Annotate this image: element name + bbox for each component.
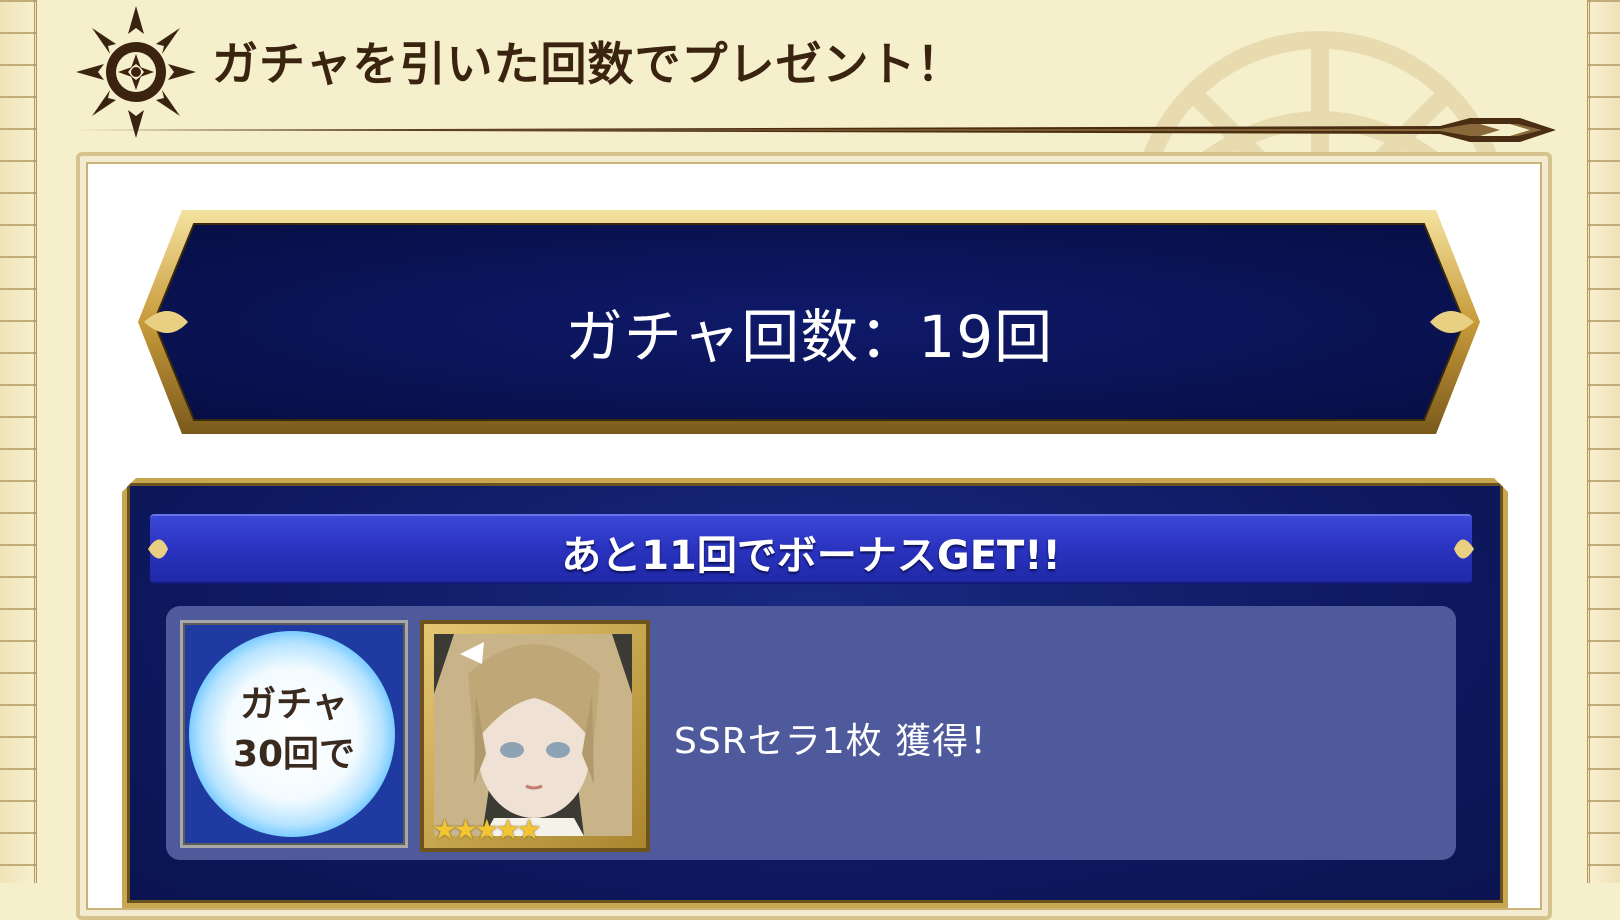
right-decorative-border [1587, 0, 1620, 883]
character-portrait [434, 634, 632, 836]
rarity-star-icon: ★ [516, 813, 542, 846]
threshold-label-line2: 30回で [232, 734, 356, 775]
reward-description: SSRセラ1枚 獲得！ [674, 721, 1007, 762]
page-title: ガチャを引いた回数でプレゼント！ [212, 37, 964, 91]
gacha-count-label: ガチャ回数：19回 [564, 303, 1054, 371]
bonus-remaining-label: あと11回でボーナスGET!! [561, 533, 1061, 579]
reward-character-tile[interactable]: ★★★★★ [420, 620, 650, 852]
threshold-label: ガチャ 30回で [180, 680, 408, 780]
left-decorative-border [0, 0, 37, 883]
header-divider [70, 118, 1556, 142]
threshold-label-line1: ガチャ [240, 684, 348, 725]
rarity-stars: ★★★★★ [432, 813, 542, 846]
